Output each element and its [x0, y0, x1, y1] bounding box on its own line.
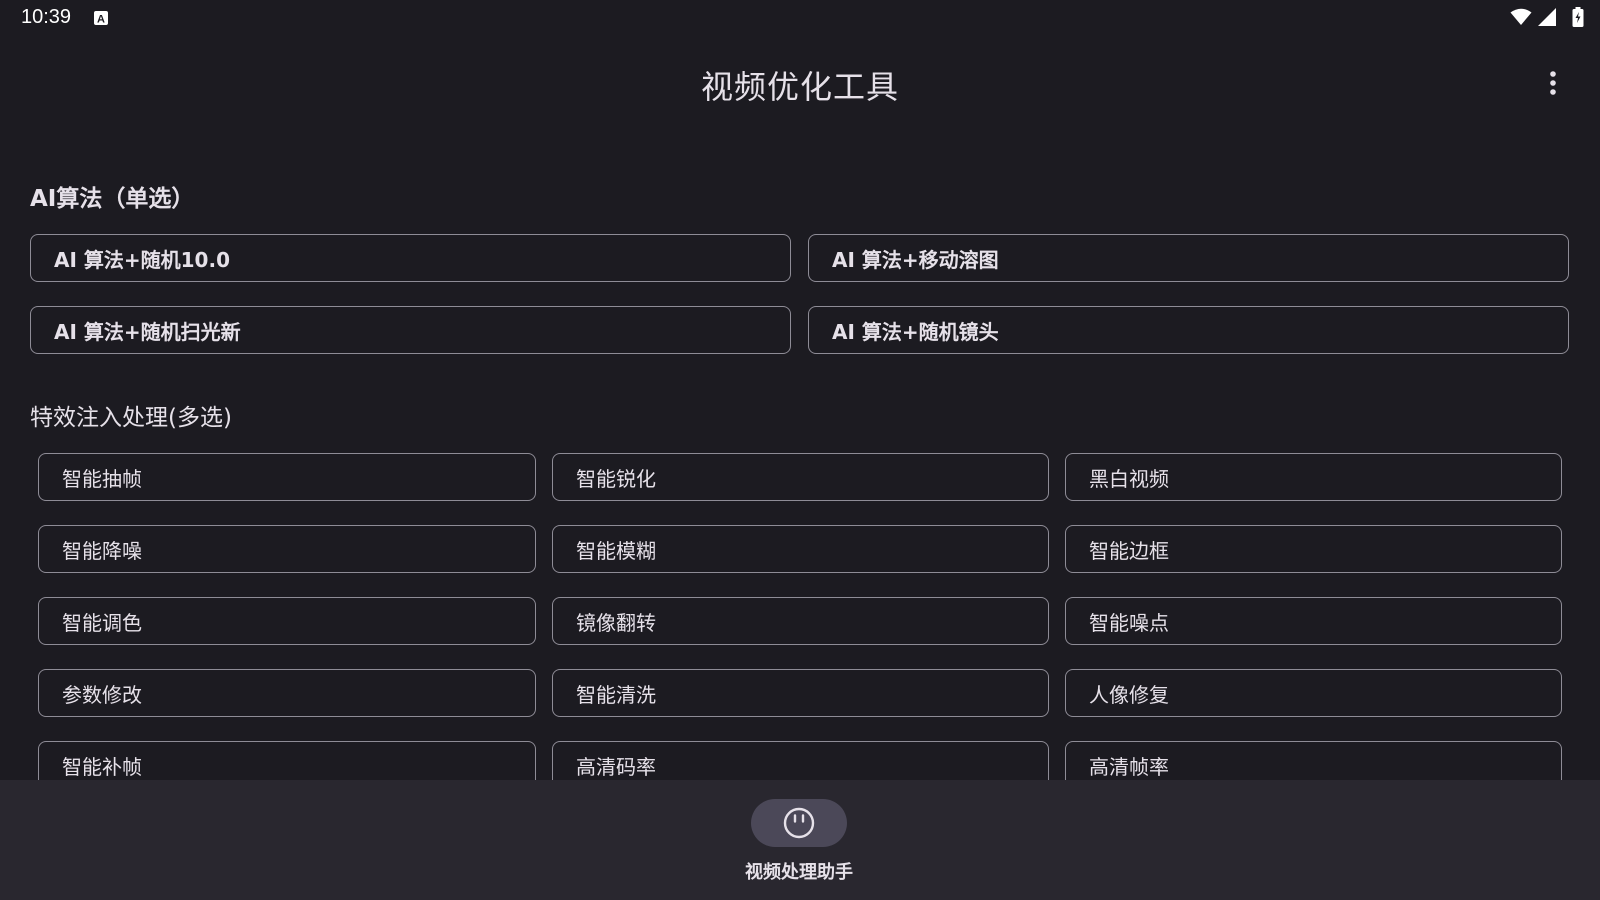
option-label: AI 算法+随机扫光新 — [54, 319, 241, 344]
ai-option-move-blend[interactable]: AI 算法+移动溶图 — [808, 234, 1569, 282]
effect-option-param-modify[interactable]: 参数修改 — [38, 669, 536, 717]
effect-option-sharpen[interactable]: 智能锐化 — [552, 453, 1049, 501]
more-vert-icon[interactable] — [1541, 68, 1565, 100]
app-title: 视频优化工具 — [700, 68, 899, 106]
option-label: AI 算法+随机10.0 — [54, 247, 230, 272]
ai-option-random-10[interactable]: AI 算法+随机10.0 — [30, 234, 791, 282]
wifi-icon — [1510, 8, 1532, 25]
ai-option-random-scan-light[interactable]: AI 算法+随机扫光新 — [30, 306, 791, 354]
content-area: 10:39 A 视频优化工具 AI算法（单选） AI 算法+随机10.0 AI … — [0, 0, 1600, 780]
option-label: AI 算法+移动溶图 — [832, 247, 999, 272]
option-label: 高清码率 — [576, 754, 656, 779]
option-label: 智能锐化 — [576, 466, 656, 491]
effect-option-hd-framerate[interactable]: 高清帧率 — [1065, 741, 1562, 780]
effect-option-hd-bitrate[interactable]: 高清码率 — [552, 741, 1049, 780]
effect-option-clean[interactable]: 智能清洗 — [552, 669, 1049, 717]
option-label: 智能噪点 — [1089, 610, 1169, 635]
option-label: 黑白视频 — [1089, 466, 1169, 491]
option-label: 镜像翻转 — [576, 610, 656, 635]
option-label: 智能补帧 — [62, 754, 142, 779]
effect-option-frame-interpolate[interactable]: 智能补帧 — [38, 741, 536, 780]
option-label: 智能清洗 — [576, 682, 656, 707]
option-label: 智能抽帧 — [62, 466, 142, 491]
effect-option-black-white[interactable]: 黑白视频 — [1065, 453, 1562, 501]
effect-option-denoise[interactable]: 智能降噪 — [38, 525, 536, 573]
option-label: 参数修改 — [62, 682, 142, 707]
effect-option-noise-dots[interactable]: 智能噪点 — [1065, 597, 1562, 645]
keyboard-a-icon: A — [94, 11, 108, 26]
status-time: 10:39 — [21, 6, 72, 28]
bottom-nav: 视频处理助手 — [0, 780, 1600, 900]
ai-option-random-shot[interactable]: AI 算法+随机镜头 — [808, 306, 1569, 354]
nav-item-video-assistant[interactable] — [751, 799, 847, 847]
effects-section-title: 特效注入处理(多选) — [30, 405, 232, 431]
status-bar: 10:39 A — [0, 0, 1600, 36]
svg-text:A: A — [97, 14, 105, 26]
effect-option-border[interactable]: 智能边框 — [1065, 525, 1562, 573]
smiley-face-icon — [783, 807, 815, 839]
effect-option-frame-extract[interactable]: 智能抽帧 — [38, 453, 536, 501]
option-label: 智能调色 — [62, 610, 142, 635]
option-label: 人像修复 — [1089, 682, 1169, 707]
option-label: 智能降噪 — [62, 538, 142, 563]
nav-label-video-assistant: 视频处理助手 — [745, 862, 853, 883]
option-label: 智能模糊 — [576, 538, 656, 563]
option-label: 智能边框 — [1089, 538, 1169, 563]
signal-icon — [1538, 8, 1556, 26]
option-label: 高清帧率 — [1089, 754, 1169, 779]
battery-charging-icon — [1572, 7, 1584, 27]
ai-section-title: AI算法（单选） — [30, 186, 195, 212]
option-label: AI 算法+随机镜头 — [832, 319, 999, 344]
effect-option-mirror-flip[interactable]: 镜像翻转 — [552, 597, 1049, 645]
effect-option-blur[interactable]: 智能模糊 — [552, 525, 1049, 573]
effect-option-color-grade[interactable]: 智能调色 — [38, 597, 536, 645]
effect-option-portrait-repair[interactable]: 人像修复 — [1065, 669, 1562, 717]
